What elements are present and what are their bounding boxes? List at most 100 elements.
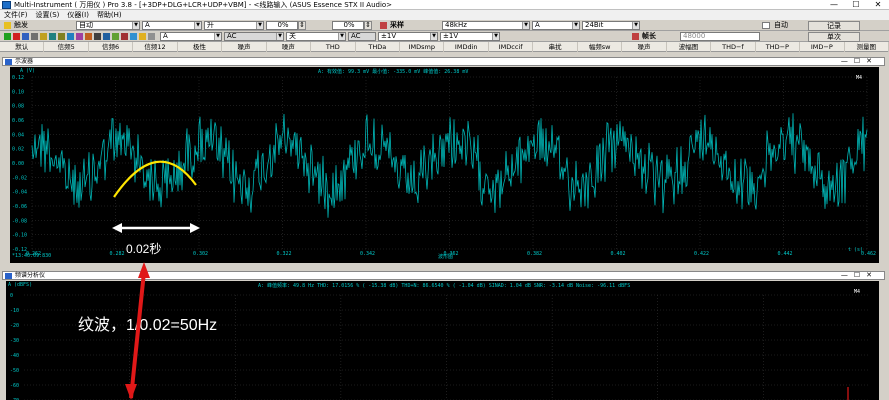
trigger-hysteresis-field[interactable]: 0%: [332, 21, 364, 30]
y-tick-label: -30: [10, 338, 19, 344]
record-button[interactable]: 记录: [808, 21, 860, 31]
y-tick-label: -20: [10, 323, 19, 329]
y-tick-label: -0.08: [12, 218, 27, 224]
generator-icon[interactable]: [112, 33, 119, 40]
panel-window-buttons[interactable]: —☐✕: [841, 58, 878, 65]
scope-timestamp: *13:40:09:830: [12, 253, 52, 259]
oscilloscope-icon: [5, 59, 12, 65]
cursor-icon[interactable]: [76, 33, 83, 40]
spectrum-ylabel: A (dBFS): [8, 282, 33, 288]
period-arrow-head-left: [112, 223, 122, 233]
grid-icon[interactable]: [94, 33, 101, 40]
y-tick-label: 0: [10, 293, 13, 299]
folder-icon[interactable]: [139, 33, 146, 40]
y-tick-label: 0.02: [12, 147, 24, 153]
function-key[interactable]: 极性: [178, 42, 223, 52]
frame-length-field[interactable]: 48000: [680, 32, 760, 41]
y-tick-label: -50: [10, 368, 19, 374]
function-key[interactable]: IMDccif: [489, 42, 534, 52]
function-key[interactable]: 测量图: [845, 42, 889, 52]
spectrum-icon: [5, 273, 12, 279]
function-key[interactable]: 噪声: [622, 42, 667, 52]
function-key[interactable]: 默认: [0, 42, 45, 52]
function-key[interactable]: THD−P: [756, 42, 801, 52]
menu-file[interactable]: 文件(F): [0, 11, 32, 19]
menu-instruments[interactable]: 仪器(I): [63, 11, 93, 19]
period-arrow-head-right: [190, 223, 200, 233]
trigger-label: 触发: [14, 21, 28, 29]
function-key[interactable]: IMDsmp: [400, 42, 445, 52]
copy-icon[interactable]: [49, 33, 56, 40]
app-icon: [2, 1, 11, 9]
chevron-down-icon: ▼: [214, 33, 221, 40]
y-tick-label: -10: [10, 308, 19, 314]
hysteresis-stepper[interactable]: ⇕: [364, 21, 372, 30]
oscilloscope-plot[interactable]: 0.12 0.10 0.08 0.06 0.04 0.02 0.00 -0.02 -0.04 -0…: [10, 67, 879, 263]
oscilloscope-title: 示波器: [15, 58, 34, 65]
auto-checkbox[interactable]: [762, 22, 770, 29]
function-key[interactable]: 波幅图: [667, 42, 712, 52]
trigger-mode-select[interactable]: 自动 ▼: [76, 21, 140, 30]
function-key[interactable]: 信频6: [89, 42, 134, 52]
export-icon[interactable]: [103, 33, 110, 40]
sample-rate-select[interactable]: 48kHz ▼: [442, 21, 530, 30]
x-tick-label: 0.422: [694, 251, 709, 257]
chevron-down-icon: ▼: [430, 33, 437, 40]
function-key[interactable]: 信频5: [44, 42, 89, 52]
function-key[interactable]: 幅频sw: [578, 42, 623, 52]
record-icon[interactable]: [121, 33, 128, 40]
function-key[interactable]: 信频12: [133, 42, 178, 52]
maximize-button[interactable]: ☐: [845, 0, 867, 9]
channel-a-select[interactable]: A ▼: [160, 32, 222, 41]
panel-window-buttons[interactable]: —☐✕: [841, 272, 878, 279]
function-key[interactable]: IMD−P: [800, 42, 845, 52]
level-stepper[interactable]: ⇕: [298, 21, 306, 30]
sampling-channel-select[interactable]: A ▼: [532, 21, 580, 30]
menu-help[interactable]: 帮助(H): [93, 11, 126, 19]
y-tick-label: -0.02: [12, 175, 27, 181]
waveform-trace: [31, 113, 868, 218]
function-key[interactable]: 串扰: [533, 42, 578, 52]
function-key-bar: 默认 信频5 信频6 信频12 极性 噪声 噪声 THD THDa IMDsmp IMDdin IMD…: [0, 42, 889, 52]
channel-b-mode-select[interactable]: 关 ▼: [286, 32, 346, 41]
x-tick-label: 0.462: [861, 251, 876, 257]
play-icon[interactable]: [130, 33, 137, 40]
minimize-button[interactable]: —: [823, 0, 845, 9]
bit-depth-select[interactable]: 24Bit ▼: [582, 21, 640, 30]
chevron-down-icon: ▼: [132, 22, 139, 29]
trigger-edge-select[interactable]: 升 ▼: [204, 21, 264, 30]
marker-icon[interactable]: [85, 33, 92, 40]
info-icon[interactable]: [148, 33, 155, 40]
function-key[interactable]: 噪声: [222, 42, 267, 52]
x-tick-label: 0.402: [611, 251, 626, 257]
trigger-level-field[interactable]: 0%: [266, 21, 298, 30]
window-title-bar: Multi-Instrument ( 万用仪 ) Pro 3.8 - [+3DP…: [0, 0, 889, 10]
channel-b-select[interactable]: AC ▼: [224, 32, 284, 41]
print-icon[interactable]: [40, 33, 47, 40]
range-b-select[interactable]: ±1V ▼: [440, 32, 500, 41]
x-tick-label: 0.322: [277, 251, 292, 257]
spectrum-marker-tag: M4: [854, 289, 861, 295]
function-key[interactable]: THDa: [356, 42, 401, 52]
function-key[interactable]: IMDdin: [445, 42, 489, 52]
settings-icon[interactable]: [58, 33, 65, 40]
chevron-down-icon: ▼: [194, 22, 201, 29]
function-key[interactable]: 噪声: [267, 42, 312, 52]
range-a-select[interactable]: ±1V ▼: [378, 32, 438, 41]
stop-icon[interactable]: [13, 33, 20, 40]
coupling-b-select[interactable]: AC: [348, 32, 376, 41]
open-icon[interactable]: [22, 33, 29, 40]
function-key[interactable]: THD: [311, 42, 356, 52]
zoom-icon[interactable]: [67, 33, 74, 40]
close-button[interactable]: ✕: [867, 0, 889, 9]
run-icon[interactable]: [4, 33, 11, 40]
trigger-channel-select[interactable]: A ▼: [142, 21, 202, 30]
chevron-down-icon: ▼: [632, 22, 639, 29]
menu-settings[interactable]: 设置(S): [32, 11, 64, 19]
frame-length-label: 帧长: [642, 32, 656, 40]
single-button[interactable]: 单次: [808, 32, 860, 42]
function-key[interactable]: THD−f: [711, 42, 756, 52]
spectrum-plot[interactable]: 0-10-20-30-40-50-60-70-80 A (dBFS) A: 峰值…: [6, 281, 879, 400]
chevron-down-icon: ▼: [256, 22, 263, 29]
save-icon[interactable]: [31, 33, 38, 40]
